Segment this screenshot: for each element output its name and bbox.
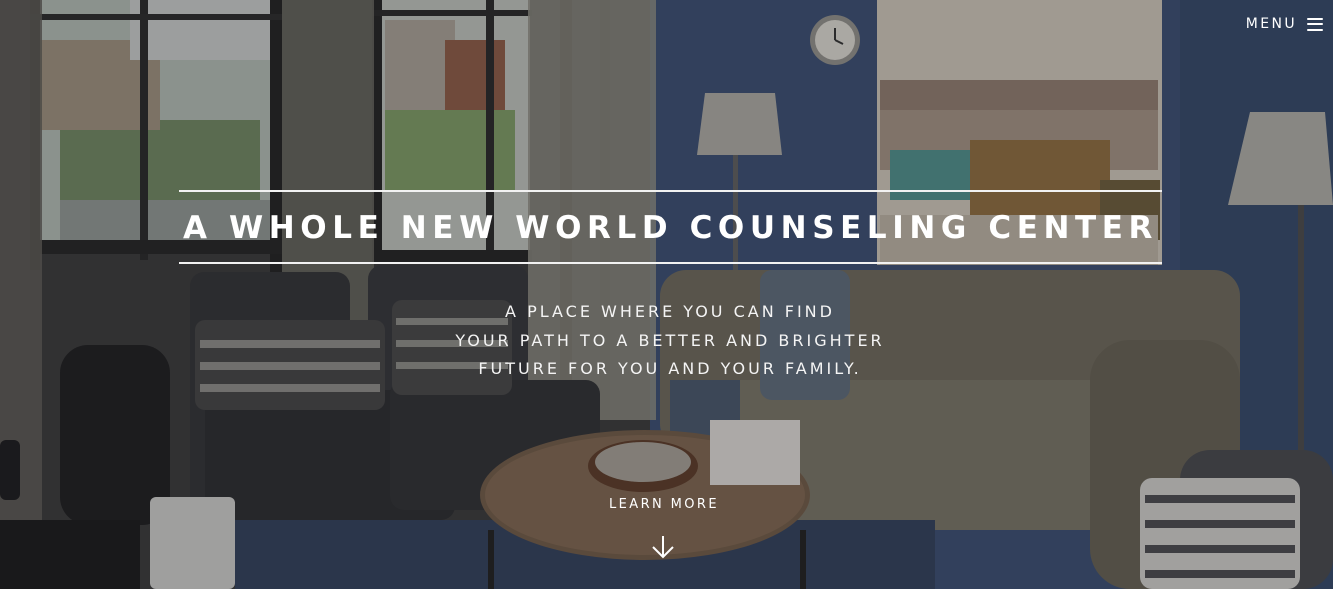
hero-subtitle: A PLACE WHERE YOU CAN FIND YOUR PATH TO …: [330, 298, 1010, 384]
subtitle-line: YOUR PATH TO A BETTER AND BRIGHTER: [455, 330, 885, 350]
subtitle-line: FUTURE FOR YOU AND YOUR FAMILY.: [478, 359, 862, 378]
menu-button[interactable]: MENU: [1246, 10, 1323, 38]
learn-more-link[interactable]: LEARN MORE: [564, 497, 764, 512]
subtitle-line: A PLACE WHERE YOU CAN FIND: [505, 302, 835, 321]
title-top-divider: [179, 190, 1162, 192]
hero-section: MENU A WHOLE NEW WORLD COUNSELING CENTER…: [0, 0, 1333, 589]
arrow-down-icon[interactable]: [650, 534, 676, 560]
hero-title: A WHOLE NEW WORLD COUNSELING CENTER: [182, 210, 1159, 246]
menu-label: MENU: [1245, 16, 1297, 32]
title-bottom-divider: [179, 262, 1162, 264]
hamburger-icon: [1307, 17, 1323, 31]
